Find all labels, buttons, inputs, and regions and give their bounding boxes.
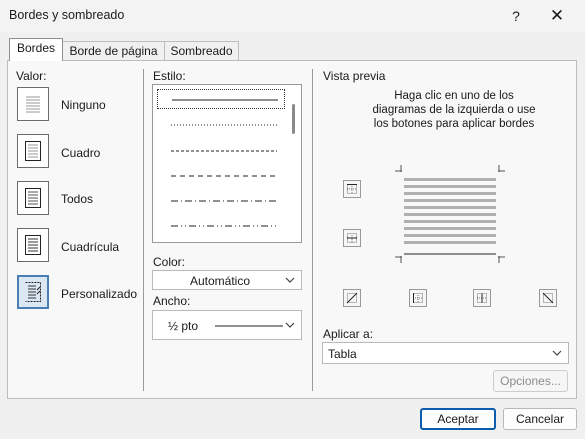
line-dashed-small-icon <box>171 150 277 152</box>
line-width-sample-icon <box>215 325 283 327</box>
setting-custom-icon <box>25 282 41 302</box>
chevron-down-icon <box>285 277 295 283</box>
style-option-dashed[interactable] <box>157 166 285 186</box>
chevron-down-icon <box>552 350 562 356</box>
style-option-dash-dot-dot[interactable] <box>157 216 285 236</box>
border-inside-vertical-button[interactable] <box>473 289 491 307</box>
border-inside-vertical-icon <box>477 293 487 303</box>
border-left-icon <box>413 293 423 303</box>
width-dropdown[interactable]: ½ pto <box>152 310 302 340</box>
line-dash-dot-dot-icon <box>171 225 277 227</box>
apply-to-value: Tabla <box>328 347 357 361</box>
border-top-button[interactable] <box>343 180 361 198</box>
setting-all-icon <box>25 188 41 208</box>
preview-label: Vista previa <box>323 69 386 83</box>
style-option-solid[interactable] <box>157 89 285 109</box>
ok-button[interactable]: Aceptar <box>420 408 496 430</box>
width-label: Ancho: <box>153 294 191 308</box>
style-list-scrollbar[interactable] <box>292 104 295 134</box>
setting-all-label: Todos <box>61 192 94 206</box>
setting-none-button[interactable] <box>17 87 49 121</box>
tab-sombreado[interactable]: Sombreado <box>164 41 239 61</box>
style-option-dotted[interactable] <box>157 115 285 135</box>
style-option-dash-dot[interactable] <box>157 191 285 211</box>
color-dropdown[interactable]: Automático <box>152 270 302 290</box>
setting-custom-button[interactable] <box>17 275 49 309</box>
setting-none-icon <box>26 96 40 113</box>
setting-custom-label: Personalizado <box>61 287 138 301</box>
style-option-dashed-small[interactable] <box>157 141 285 161</box>
tab-label: Bordes <box>16 41 56 55</box>
border-left-button[interactable] <box>409 289 427 307</box>
style-label: Estilo: <box>153 69 186 83</box>
color-value: Automático <box>189 274 251 288</box>
border-diagonal-up-icon <box>542 292 554 304</box>
apply-to-label: Aplicar a: <box>323 327 374 341</box>
chevron-down-icon <box>285 322 295 328</box>
apply-to-dropdown[interactable]: Tabla <box>322 342 569 364</box>
line-solid-icon <box>172 99 278 101</box>
style-list[interactable] <box>152 84 302 243</box>
border-inside-horizontal-button[interactable] <box>343 229 361 247</box>
width-value: ½ pto <box>168 319 199 333</box>
preview-hint: Haga clic en uno de los diagramas de la … <box>372 90 536 130</box>
setting-grid-label: Cuadrícula <box>61 240 120 254</box>
border-inside-horizontal-icon <box>347 233 357 243</box>
preview-corner-marks <box>395 165 505 263</box>
window-title: Bordes y sombreado <box>9 8 125 22</box>
options-button[interactable]: Opciones... <box>493 370 568 392</box>
setting-all-button[interactable] <box>17 181 49 215</box>
border-diagonal-up-button[interactable] <box>539 289 557 307</box>
help-button[interactable]: ? <box>506 6 526 26</box>
border-diagonal-down-icon <box>346 292 358 304</box>
tab-bordes[interactable]: Bordes <box>9 38 63 61</box>
setting-label: Valor: <box>16 69 47 83</box>
border-diagonal-down-button[interactable] <box>343 289 361 307</box>
tab-label: Sombreado <box>170 44 233 58</box>
line-dotted-icon <box>171 124 277 126</box>
border-top-icon <box>347 184 357 194</box>
setting-none-label: Ninguno <box>61 98 106 112</box>
line-dashed-icon <box>171 175 277 177</box>
setting-box-label: Cuadro <box>61 146 101 160</box>
setting-box-icon <box>25 141 41 161</box>
tab-label: Borde de página <box>69 44 158 58</box>
line-dash-dot-icon <box>171 200 277 202</box>
setting-grid-button[interactable] <box>17 228 49 262</box>
tab-borde-pagina[interactable]: Borde de página <box>62 41 165 61</box>
cancel-button[interactable]: Cancelar <box>503 408 577 430</box>
color-label: Color: <box>153 255 186 269</box>
divider <box>143 69 144 391</box>
setting-box-button[interactable] <box>17 134 49 168</box>
setting-grid-icon <box>25 235 41 255</box>
close-button[interactable]: ✕ <box>546 6 568 26</box>
divider <box>312 69 313 391</box>
